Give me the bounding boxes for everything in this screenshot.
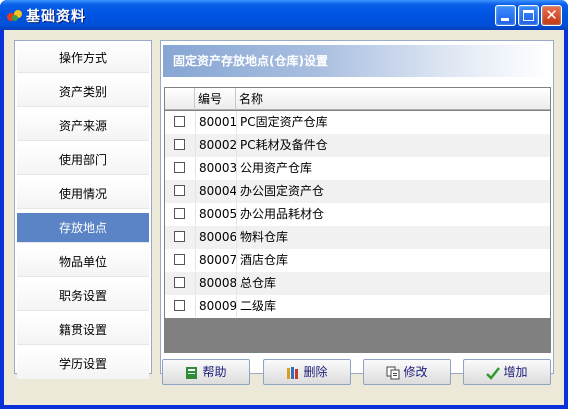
minimize-icon [501,18,509,21]
cell-code: 80001 [199,115,238,129]
delete-button[interactable]: 删除 [263,359,351,385]
cell-name: 总仓库 [240,276,277,290]
help-book-icon [186,366,198,379]
table-row[interactable]: 80004 办公固定资产仓 [165,180,550,203]
table-row[interactable]: 80007 酒店仓库 [165,249,550,272]
table-row[interactable]: 80005 办公用品耗材仓 [165,203,550,226]
cell-code: 80009 [199,299,238,313]
add-button[interactable]: 增加 [463,359,551,385]
row-checkbox[interactable] [174,208,185,219]
sidebar-item-storage-location[interactable]: 存放地点 [17,213,149,243]
help-button[interactable]: 帮助 [162,359,250,385]
help-label: 帮助 [202,365,227,379]
row-checkbox[interactable] [174,300,185,311]
cell-name: 酒店仓库 [240,253,289,267]
row-checkbox[interactable] [174,162,185,173]
edit-copy-icon [386,366,400,379]
sidebar-item-education[interactable]: 学历设置 [17,349,149,379]
maximize-button[interactable] [518,5,539,26]
cell-name: PC固定资产仓库 [240,115,328,129]
sidebar-item-native-place[interactable]: 籍贯设置 [17,315,149,345]
table-row[interactable]: 80002 PC耗材及备件仓 [165,134,550,157]
checkmark-icon [486,366,501,380]
cell-code: 80002 [199,138,238,152]
sidebar-item-item-unit[interactable]: 物品单位 [17,247,149,277]
edit-label: 修改 [403,365,428,379]
maximize-icon [523,10,534,21]
cell-code: 80008 [199,276,238,290]
edit-button[interactable]: 修改 [363,359,451,385]
cell-name: PC耗材及备件仓 [240,138,328,152]
row-checkbox[interactable] [174,231,185,242]
data-grid[interactable]: 编号 名称 80001 PC固定资产仓库 80002 PC耗材及备件仓 8000… [164,87,551,353]
cell-code: 80007 [199,253,238,267]
table-row[interactable]: 80001 PC固定资产仓库 [165,111,550,134]
header-checkbox-column [165,88,195,110]
row-checkbox[interactable] [174,254,185,265]
sidebar-item-usage-status[interactable]: 使用情况 [17,179,149,209]
title-bar[interactable]: 基础资料 ✕ [0,0,568,30]
sidebar-item-department[interactable]: 使用部门 [17,145,149,175]
panel-title: 固定资产存放地点(仓库)设置 [163,45,551,77]
sidebar-item-asset-category[interactable]: 资产类别 [17,77,149,107]
main-panel: 固定资产存放地点(仓库)设置 编号 名称 80001 PC固定资产仓库 8000… [160,40,554,374]
sidebar-item-operation-mode[interactable]: 操作方式 [17,43,149,73]
header-name[interactable]: 名称 [236,88,550,110]
window-client-area: 操作方式 资产类别 资产来源 使用部门 使用情况 存放地点 物品单位 职务设置 … [4,30,564,405]
cell-name: 办公固定资产仓 [240,184,325,198]
action-bar: 帮助 删除 修改 增加 [160,356,554,385]
cell-code: 80005 [199,207,238,221]
row-checkbox[interactable] [174,116,185,127]
sidebar-item-job-position[interactable]: 职务设置 [17,281,149,311]
table-row[interactable]: 80008 总仓库 [165,272,550,295]
row-checkbox[interactable] [174,277,185,288]
grid-header: 编号 名称 [165,88,550,110]
cell-name: 公用资产仓库 [240,161,313,175]
table-row[interactable]: 80006 物料仓库 [165,226,550,249]
close-button[interactable]: ✕ [541,5,562,26]
app-logo-icon [7,10,22,21]
header-code[interactable]: 编号 [195,88,236,110]
cell-name: 物料仓库 [240,230,289,244]
add-label: 增加 [503,365,528,379]
cell-name: 二级库 [240,299,277,313]
delete-label: 删除 [303,365,328,379]
delete-icon [287,366,299,379]
cell-code: 80004 [199,184,238,198]
window-title: 基础资料 [26,9,86,25]
table-row[interactable]: 80003 公用资产仓库 [165,157,550,180]
sidebar-item-asset-source[interactable]: 资产来源 [17,111,149,141]
sidebar: 操作方式 资产类别 资产来源 使用部门 使用情况 存放地点 物品单位 职务设置 … [14,40,152,379]
row-checkbox[interactable] [174,185,185,196]
table-row[interactable]: 80009 二级库 [165,295,550,318]
minimize-button[interactable] [495,5,516,26]
close-icon: ✕ [545,6,558,24]
app-window: 基础资料 ✕ 操作方式 资产类别 资产来源 使用部门 使用情况 存放地点 物品单… [0,0,568,409]
row-checkbox[interactable] [174,139,185,150]
cell-name: 办公用品耗材仓 [240,207,325,221]
cell-code: 80006 [199,230,238,244]
cell-code: 80003 [199,161,238,175]
